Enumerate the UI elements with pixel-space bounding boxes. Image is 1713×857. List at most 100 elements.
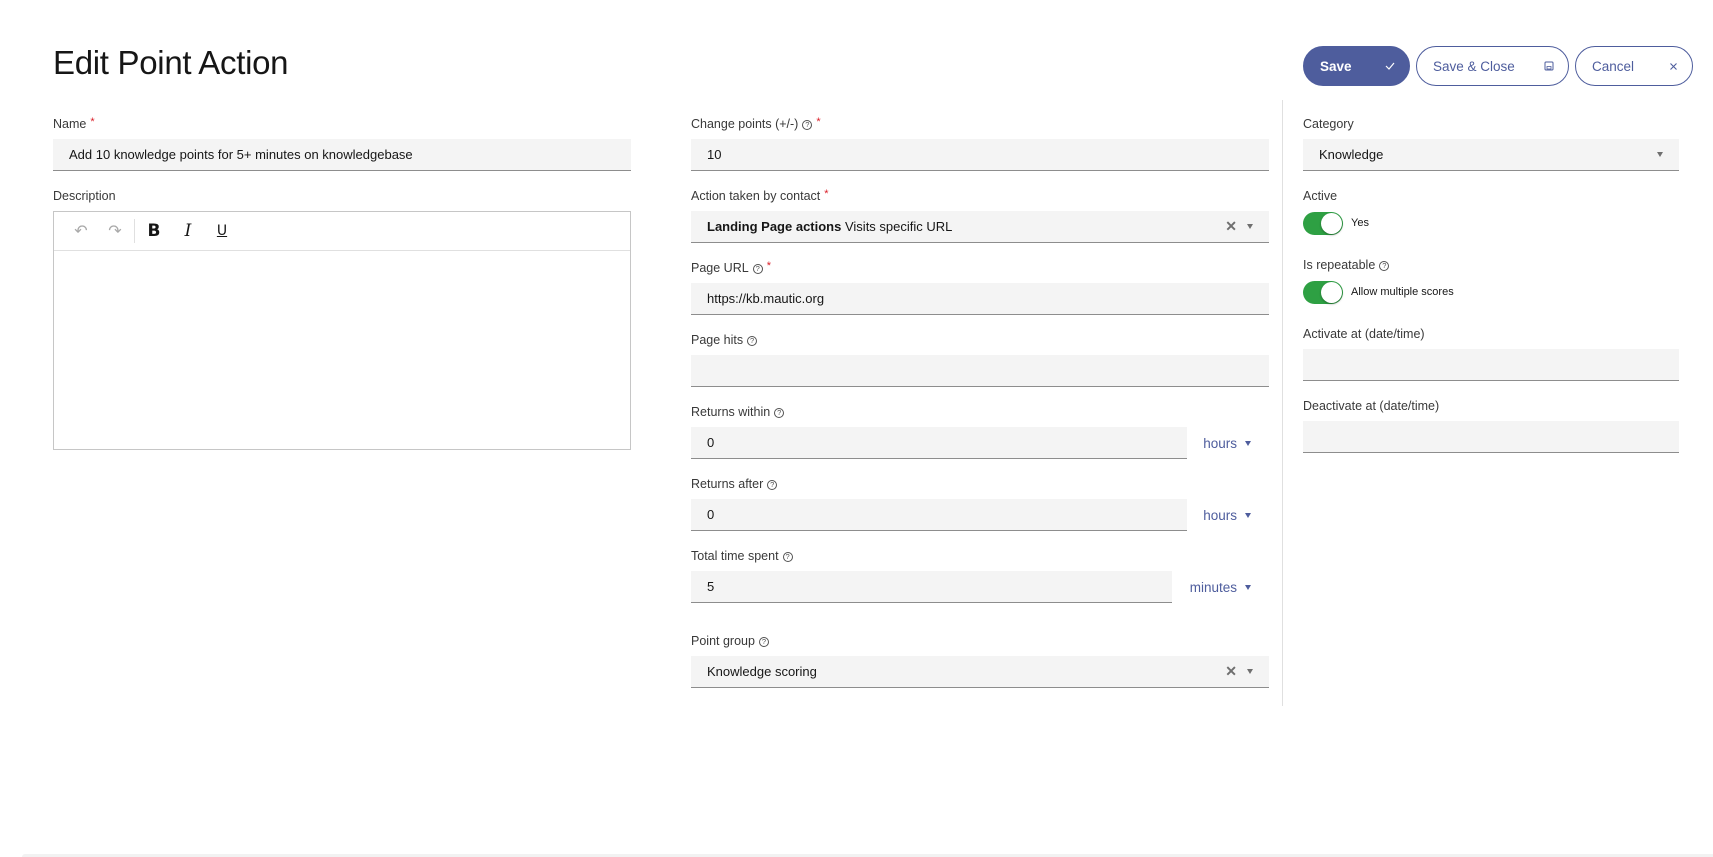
returns-after-label: Returns after (691, 477, 764, 491)
description-field: Description ↶ ↷ B I U (53, 188, 631, 450)
point-group-field: Point group ? Knowledge scoring ✕ (691, 633, 1269, 688)
action-select[interactable]: Landing Page actions Visits specific URL… (691, 211, 1269, 243)
returns-within-label: Returns within (691, 405, 771, 419)
chevron-down-icon (1245, 584, 1251, 590)
help-icon[interactable]: ? (774, 407, 785, 418)
action-value: Visits specific URL (844, 219, 953, 234)
help-icon[interactable]: ? (1379, 260, 1390, 271)
repeatable-toggle-text: Allow multiple scores (1351, 286, 1454, 298)
clear-icon[interactable]: ✕ (1225, 218, 1237, 235)
left-column: Name * Add 10 knowledge points for 5+ mi… (53, 116, 631, 467)
activate-at-input[interactable] (1303, 349, 1679, 381)
returns-within-field: Returns within ? 0 hours (691, 404, 1269, 459)
category-select[interactable]: Knowledge (1303, 139, 1679, 171)
column-divider (1282, 100, 1283, 706)
bold-icon[interactable]: B (137, 217, 171, 245)
page-url-input[interactable]: https://kb.mautic.org (691, 283, 1269, 315)
total-time-unit-dropdown[interactable]: minutes (1172, 580, 1269, 595)
undo-icon[interactable]: ↶ (64, 217, 98, 245)
help-icon[interactable]: ? (758, 636, 769, 647)
total-time-field: Total time spent ? 5 minutes (691, 548, 1269, 603)
chevron-down-icon[interactable] (1247, 669, 1253, 674)
active-field: Active Yes (1303, 188, 1679, 235)
point-group-label: Point group (691, 634, 755, 648)
deactivate-at-input[interactable] (1303, 421, 1679, 453)
required-marker: * (824, 188, 829, 200)
floppy-disk-icon (1544, 61, 1554, 71)
save-close-button-label: Save & Close (1433, 58, 1515, 74)
page-hits-input[interactable] (691, 355, 1269, 387)
required-marker: * (90, 116, 95, 128)
cancel-button[interactable]: Cancel (1575, 46, 1693, 86)
page-url-field: Page URL ? * https://kb.mautic.org (691, 260, 1269, 315)
chevron-down-icon (1657, 152, 1663, 157)
help-icon[interactable]: ? (802, 119, 813, 130)
page-title: Edit Point Action (53, 44, 289, 81)
redo-icon[interactable]: ↷ (98, 217, 132, 245)
cancel-button-label: Cancel (1592, 58, 1635, 74)
name-input[interactable]: Add 10 knowledge points for 5+ minutes o… (53, 139, 631, 171)
toolbar-divider (134, 219, 135, 243)
returns-after-field: Returns after ? 0 hours (691, 476, 1269, 531)
unit-label: minutes (1189, 579, 1237, 595)
active-toggle-text: Yes (1351, 217, 1369, 229)
change-points-field: Change points (+/-) ? * 10 (691, 116, 1269, 171)
right-column: Category Knowledge Active Yes Is repeata… (1303, 116, 1679, 470)
page-hits-label: Page hits (691, 333, 744, 347)
middle-column: Change points (+/-) ? * 10 Action taken … (691, 116, 1269, 705)
clear-icon[interactable]: ✕ (1225, 663, 1237, 680)
activate-at-label: Activate at (date/time) (1303, 327, 1425, 341)
category-label: Category (1303, 117, 1354, 131)
category-field: Category Knowledge (1303, 116, 1679, 171)
underline-icon[interactable]: U (205, 217, 239, 245)
italic-icon[interactable]: I (171, 217, 205, 245)
save-button[interactable]: Save (1303, 46, 1410, 86)
check-icon (1385, 62, 1395, 70)
description-textarea[interactable] (54, 251, 630, 449)
action-label: Action taken by contact (691, 189, 821, 203)
description-editor[interactable]: ↶ ↷ B I U (53, 211, 631, 450)
help-icon[interactable]: ? (752, 263, 763, 274)
change-points-label: Change points (+/-) (691, 117, 799, 131)
repeatable-toggle[interactable] (1303, 280, 1343, 304)
change-points-input[interactable]: 10 (691, 139, 1269, 171)
returns-within-input[interactable]: 0 (691, 427, 1187, 459)
chevron-down-icon[interactable] (1247, 224, 1253, 229)
returns-after-input[interactable]: 0 (691, 499, 1187, 531)
description-label: Description (53, 189, 116, 203)
active-toggle[interactable] (1303, 211, 1343, 235)
category-value: Knowledge (1319, 147, 1384, 162)
returns-after-unit-dropdown[interactable]: hours (1187, 508, 1269, 523)
repeatable-label: Is repeatable (1303, 258, 1376, 272)
help-icon[interactable]: ? (782, 551, 793, 562)
name-label: Name (53, 117, 87, 131)
chevron-down-icon (1245, 440, 1251, 446)
deactivate-at-label: Deactivate at (date/time) (1303, 399, 1440, 413)
close-icon (1669, 62, 1678, 71)
editor-toolbar: ↶ ↷ B I U (54, 212, 630, 251)
unit-label: hours (1203, 435, 1237, 451)
required-marker: * (816, 116, 821, 128)
point-group-select[interactable]: Knowledge scoring ✕ (691, 656, 1269, 688)
active-label: Active (1303, 189, 1338, 203)
repeatable-field: Is repeatable ? Allow multiple scores (1303, 257, 1679, 304)
page-url-label: Page URL (691, 261, 749, 275)
action-field: Action taken by contact * Landing Page a… (691, 188, 1269, 243)
page-hits-field: Page hits ? (691, 332, 1269, 387)
total-time-input[interactable]: 5 (691, 571, 1172, 603)
help-icon[interactable]: ? (747, 335, 758, 346)
save-close-button[interactable]: Save & Close (1416, 46, 1569, 86)
help-icon[interactable]: ? (767, 479, 778, 490)
action-toolbar: Save Save & Close Cancel (1303, 46, 1693, 86)
required-marker: * (766, 260, 771, 272)
total-time-label: Total time spent (691, 549, 779, 563)
action-group: Landing Page actions (707, 219, 842, 234)
name-field: Name * Add 10 knowledge points for 5+ mi… (53, 116, 631, 171)
activate-at-field: Activate at (date/time) (1303, 326, 1679, 381)
chevron-down-icon (1245, 512, 1251, 518)
unit-label: hours (1203, 507, 1237, 523)
returns-within-unit-dropdown[interactable]: hours (1187, 436, 1269, 451)
point-group-value: Knowledge scoring (707, 664, 817, 679)
save-button-label: Save (1320, 58, 1352, 74)
deactivate-at-field: Deactivate at (date/time) (1303, 398, 1679, 453)
